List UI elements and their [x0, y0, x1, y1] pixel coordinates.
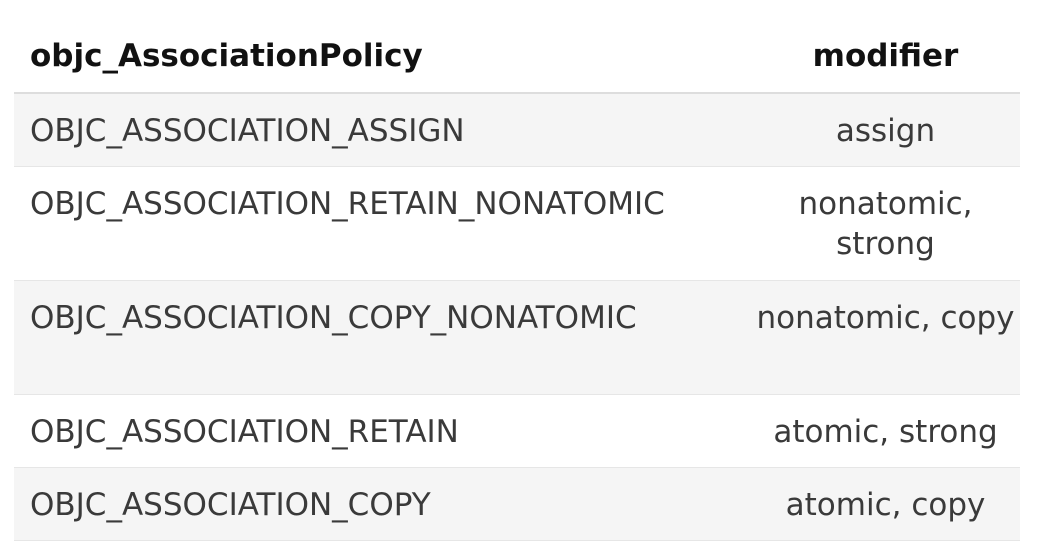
table-row: OBJC_ASSOCIATION_RETAIN atomic, strong [14, 394, 1020, 468]
policy-cell: OBJC_ASSOCIATION_RETAIN_NONATOMIC [14, 166, 751, 281]
modifier-cell: assign [751, 93, 1020, 167]
modifier-cell: nonatomic, strong [751, 166, 1020, 281]
modifier-cell: atomic, strong [751, 394, 1020, 468]
table-row: OBJC_ASSOCIATION_RETAIN_NONATOMIC nonato… [14, 166, 1020, 281]
table-row: OBJC_ASSOCIATION_ASSIGN assign [14, 93, 1020, 167]
modifier-cell: nonatomic, copy [751, 280, 1020, 395]
association-policy-table: objc_AssociationPolicy modifier OBJC_ASS… [14, 20, 1020, 541]
policy-cell: OBJC_ASSOCIATION_ASSIGN [14, 93, 751, 167]
policy-cell: OBJC_ASSOCIATION_RETAIN [14, 394, 751, 468]
table-header-row: objc_AssociationPolicy modifier [14, 20, 1020, 94]
modifier-cell: atomic, copy [751, 467, 1020, 541]
table-row: OBJC_ASSOCIATION_COPY atomic, copy [14, 467, 1020, 541]
header-policy: objc_AssociationPolicy [14, 20, 751, 94]
table-row: OBJC_ASSOCIATION_COPY_NONATOMIC nonatomi… [14, 280, 1020, 395]
header-modifier: modifier [751, 20, 1020, 94]
policy-cell: OBJC_ASSOCIATION_COPY_NONATOMIC [14, 280, 751, 395]
policy-cell: OBJC_ASSOCIATION_COPY [14, 467, 751, 541]
